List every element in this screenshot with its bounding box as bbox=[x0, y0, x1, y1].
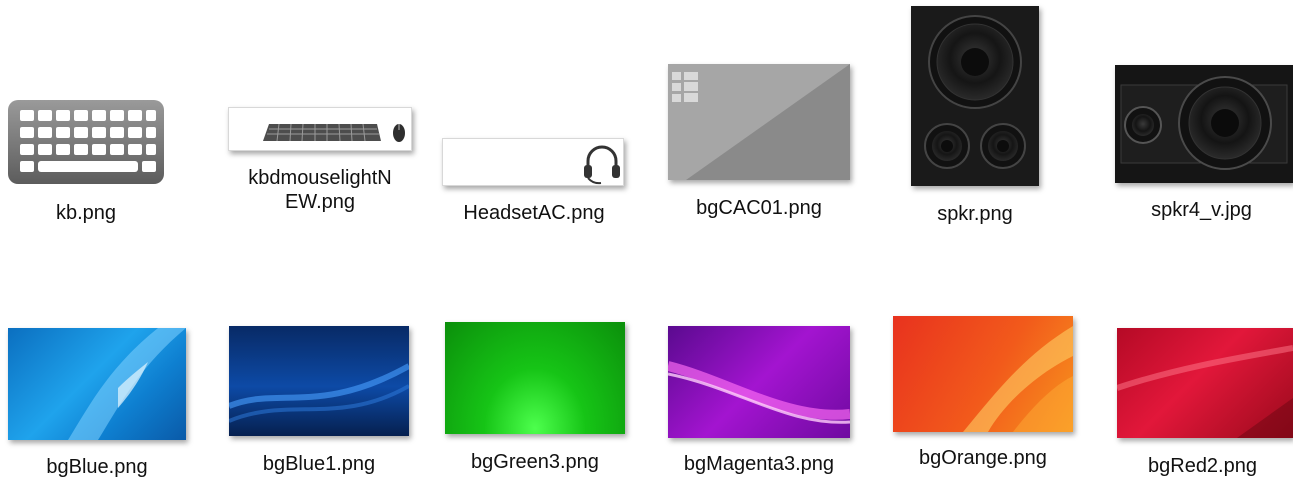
file-name-line-1: kbdmouselightN bbox=[248, 167, 392, 189]
keyboard-icon bbox=[8, 100, 164, 184]
orange-wallpaper-thumbnail bbox=[893, 316, 1073, 432]
speaker-horizontal-icon bbox=[1115, 65, 1293, 183]
file-name: bgRed2.png bbox=[1148, 455, 1257, 477]
file-name: HeadsetAC.png bbox=[463, 202, 605, 224]
file-name: bgOrange.png bbox=[919, 447, 1047, 469]
file-name: bgGreen3.png bbox=[471, 451, 599, 473]
file-name: kbdmouselightN EW.png bbox=[222, 166, 418, 214]
headset-icon bbox=[442, 138, 624, 186]
file-name-line-2: EW.png bbox=[284, 191, 356, 213]
file-name: bgBlue1.png bbox=[262, 453, 376, 475]
blue-wallpaper-thumbnail bbox=[229, 326, 409, 436]
file-name: bgCAC01.png bbox=[696, 197, 822, 219]
file-name: spkr4_v.jpg bbox=[1151, 199, 1252, 221]
file-name: spkr.png bbox=[937, 203, 1013, 225]
magenta-wallpaper-thumbnail bbox=[668, 326, 850, 438]
speaker-icon bbox=[911, 6, 1039, 186]
file-name: bgMagenta3.png bbox=[683, 453, 835, 475]
keyboard-mouse-icon bbox=[228, 107, 412, 151]
red-wallpaper-thumbnail bbox=[1117, 328, 1293, 438]
green-wallpaper-thumbnail bbox=[445, 322, 625, 434]
file-name: bgBlue.png bbox=[46, 456, 148, 478]
file-name: kb.png bbox=[55, 202, 117, 224]
smart-card-icon bbox=[668, 64, 850, 180]
blue-wallpaper-thumbnail bbox=[8, 328, 186, 440]
